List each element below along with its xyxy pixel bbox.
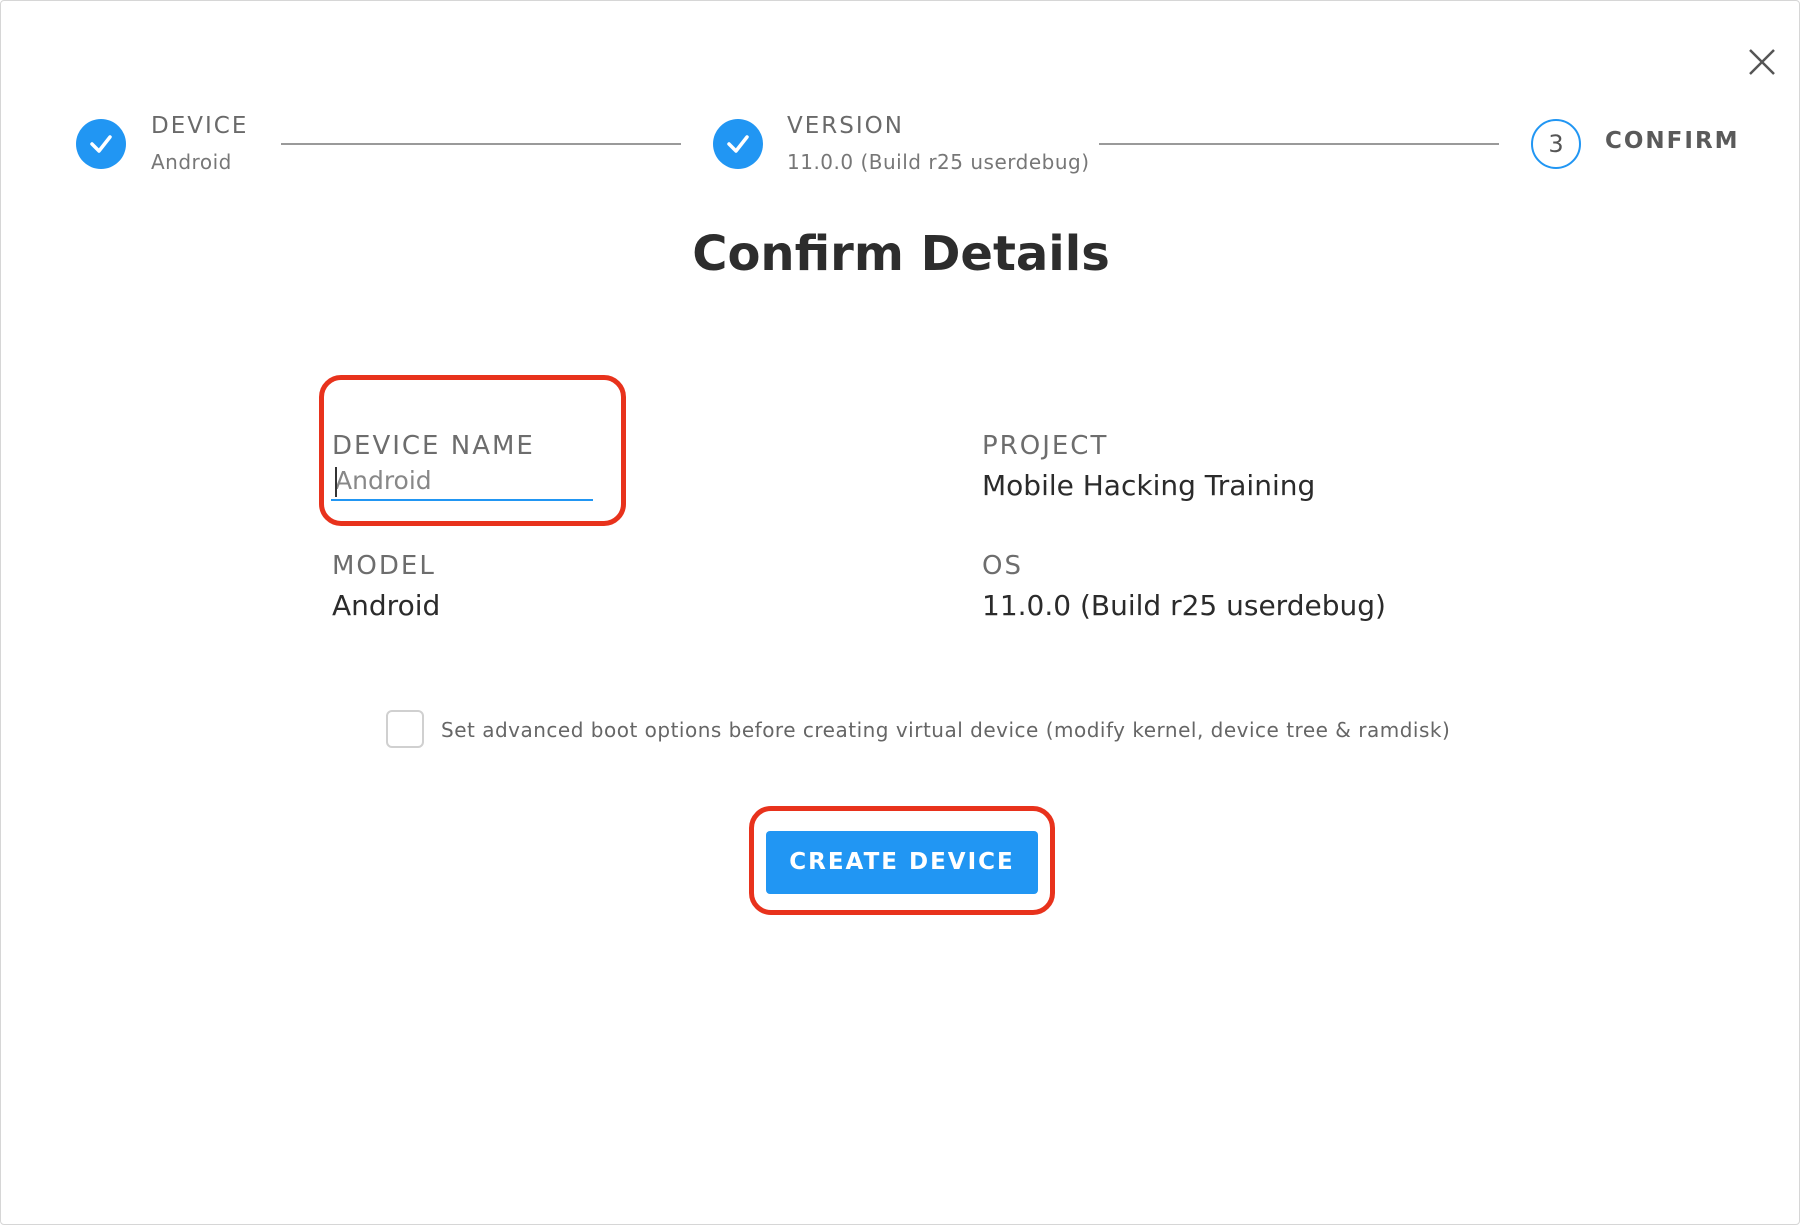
project-label: PROJECT [982, 431, 1109, 461]
step-confirm-title: CONFIRM [1605, 128, 1740, 154]
os-label: OS [982, 551, 1023, 581]
text-caret [335, 467, 337, 497]
close-button[interactable] [1745, 45, 1779, 79]
advanced-boot-label[interactable]: Set advanced boot options before creatin… [441, 718, 1450, 742]
close-icon [1749, 49, 1775, 75]
step-connector [281, 143, 681, 145]
step-device-check [76, 119, 126, 169]
step-version-subtitle: 11.0.0 (Build r25 userdebug) [787, 150, 1090, 174]
device-name-input[interactable] [331, 461, 593, 501]
step-version-check [713, 119, 763, 169]
model-label: MODEL [332, 551, 436, 581]
step-connector [1099, 143, 1499, 145]
advanced-boot-checkbox[interactable] [386, 710, 424, 748]
device-name-label: DEVICE NAME [332, 431, 535, 461]
create-device-dialog: DEVICE Android VERSION 11.0.0 (Build r25… [0, 0, 1800, 1225]
os-value: 11.0.0 (Build r25 userdebug) [982, 589, 1386, 622]
page-title: Confirm Details [692, 226, 1110, 282]
create-device-button[interactable]: CREATE DEVICE [766, 831, 1038, 894]
step-version-title: VERSION [787, 113, 904, 139]
model-value: Android [332, 589, 441, 622]
step-confirm-number: 3 [1531, 119, 1581, 169]
step-device-title: DEVICE [151, 113, 249, 139]
check-icon [90, 135, 112, 153]
check-icon [727, 135, 749, 153]
project-value: Mobile Hacking Training [982, 469, 1316, 502]
step-device-subtitle: Android [151, 150, 232, 174]
